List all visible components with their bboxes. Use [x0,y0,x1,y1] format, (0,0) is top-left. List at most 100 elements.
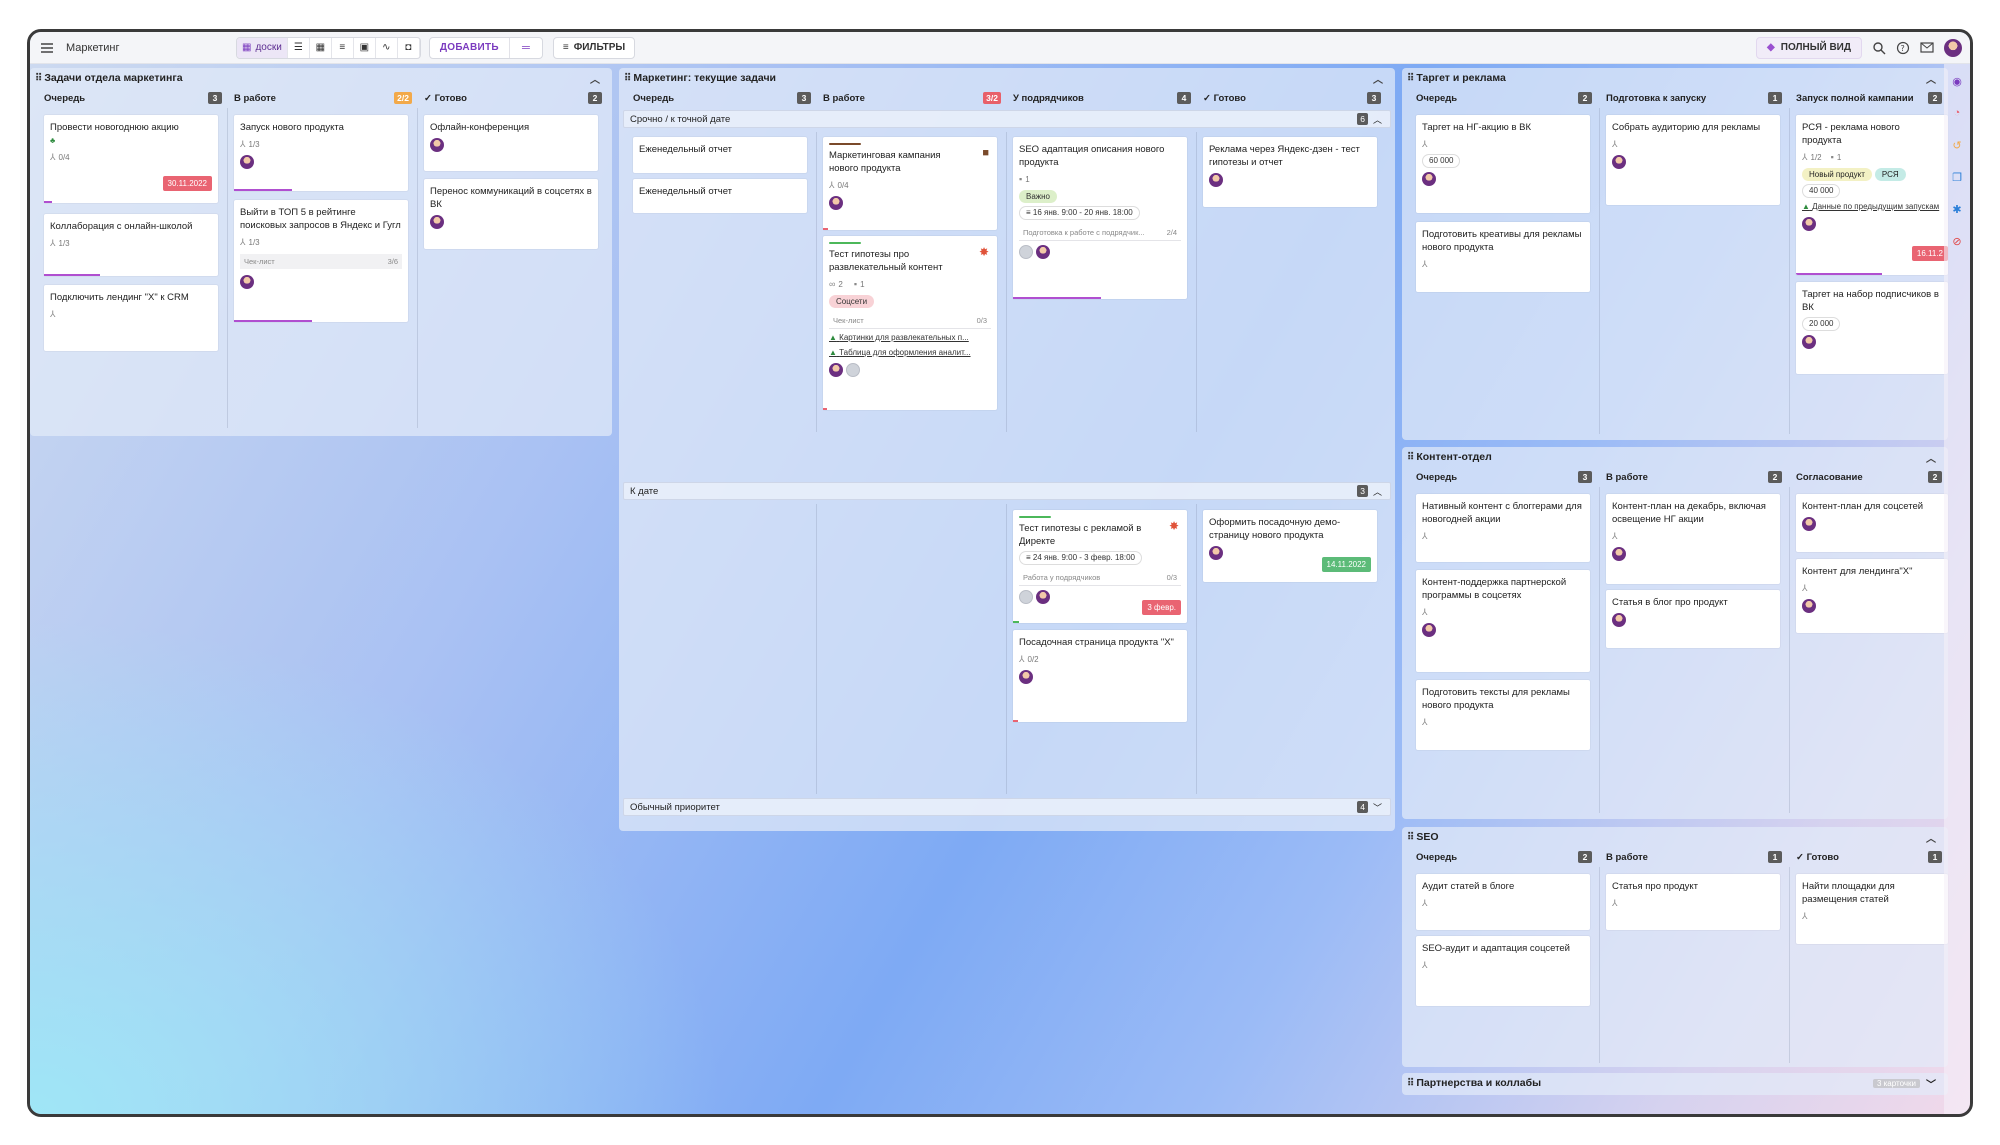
add-options-button[interactable]: ═ [510,38,542,58]
date-range-pill[interactable]: ≡ 24 янв. 9:00 - 3 февр. 18:00 [1019,551,1143,565]
attachment-link[interactable]: ▲ Данные по предыдущим запускам [1802,200,1942,213]
task-card[interactable]: Подключить лендинг "X" к CRM ⅄ [44,285,218,351]
view-boards-button[interactable]: ▦ доски [237,37,288,58]
task-card[interactable]: Статья про продукт ⅄ [1606,874,1780,930]
task-card[interactable]: Тест гипотезы с рекламой в Директе ✸ ≡ 2… [1013,510,1187,623]
view-calendar-button[interactable]: ▣ [354,37,376,58]
task-card[interactable]: Коллаборация с онлайн-школой ⅄ 1/3 [44,214,218,276]
task-card[interactable]: Тест гипотезы про развлекательный контен… [823,236,997,410]
task-card[interactable]: SEO-аудит и адаптация соцсетей ⅄ [1416,936,1590,1006]
history-icon[interactable]: ↺ [1950,138,1964,152]
checklist-bar[interactable]: Чек-лист 0/3 [829,313,991,329]
collapse-icon[interactable]: ︿ [1373,71,1383,86]
task-card[interactable]: Нативный контент с блоггерами для нового… [1416,494,1590,562]
mail-icon[interactable] [1920,41,1934,54]
assignee-avatar[interactable] [829,196,843,210]
collapse-icon[interactable]: ︿ [590,71,600,86]
assignee-avatar[interactable] [1422,623,1436,637]
checklist-bar[interactable]: Чек-лист 3/6 [240,254,402,269]
drag-handle-icon[interactable]: ⠿ [1407,832,1414,843]
budget-pill[interactable]: 60 000 [1422,154,1461,168]
task-card[interactable]: Выйти в ТОП 5 в рейтинге поисковых запро… [234,200,408,322]
assignee-avatar[interactable] [240,275,254,289]
lane-header[interactable]: К дате 3 ︿ [623,482,1391,500]
task-card[interactable]: Маркетинговая кампания нового продукта ■… [823,137,997,230]
tag[interactable]: Новый продукт [1802,168,1872,181]
drag-handle-icon[interactable]: ⠿ [624,73,631,84]
user-avatar[interactable] [1944,38,1962,57]
search-icon[interactable] [1872,41,1886,55]
task-card[interactable]: Подготовить креативы для рекламы нового … [1416,222,1590,292]
assignee-avatar[interactable] [1612,547,1626,561]
date-range-pill[interactable]: ≡ 16 янв. 9:00 - 20 янв. 18:00 [1019,206,1140,220]
budget-pill[interactable]: 40 000 [1802,184,1841,198]
lane-header[interactable]: Обычный приоритет 4 ﹀ [623,798,1391,816]
assignee-avatar[interactable] [1802,517,1816,531]
task-card[interactable]: Провести новогоднюю акцию ♣ ⅄ 0/4 30.11.2… [44,115,218,203]
filters-button[interactable]: ≡ ФИЛЬТРЫ [552,36,636,59]
assignee-avatar[interactable] [1802,217,1816,231]
drag-handle-icon[interactable]: ⠿ [1407,73,1414,84]
task-card[interactable]: Еженедельный отчет [633,179,807,213]
view-gantt-button[interactable]: ≡ [332,37,354,58]
task-card[interactable]: Собрать аудиторию для рекламы ⅄ [1606,115,1780,205]
task-card[interactable]: Подготовить тексты для рекламы нового пр… [1416,680,1590,750]
task-card[interactable]: Перенос коммуникаций в соцсетях в ВК [424,179,598,249]
task-card[interactable]: SEO адаптация описания нового продукта ▪… [1013,137,1187,299]
view-table-button[interactable]: ▦ [310,37,332,58]
task-card[interactable]: Контент-план на декабрь, включая освещен… [1606,494,1780,584]
task-card[interactable]: Контент-поддержка партнерской программы … [1416,570,1590,672]
task-card[interactable]: Таргет на набор подписчиков в ВК 20 000 [1796,282,1948,374]
collapse-icon[interactable]: ︿ [1926,71,1936,86]
task-card[interactable]: Реклама через Яндекс-дзен - тест гипотез… [1203,137,1377,207]
assignee-avatar[interactable] [1209,173,1223,187]
add-button[interactable]: ДОБАВИТЬ [430,37,510,58]
hamburger-menu-icon[interactable] [40,41,54,55]
task-card[interactable]: Запуск нового продукта ⅄ 1/3 [234,115,408,191]
assignee-avatar[interactable] [846,363,860,377]
task-card[interactable]: Найти площадки для размещения статей ⅄ [1796,874,1948,944]
drag-handle-icon[interactable]: ⠿ [1407,452,1414,463]
tag[interactable]: РСЯ [1874,168,1906,181]
attachment-link[interactable]: ▲ Картинки для развлекательных п... [829,331,991,344]
users-icon[interactable]: ◉ [1950,74,1964,88]
task-card[interactable]: Таргет на НГ-акцию в ВК ⅄ 60 000 [1416,115,1590,213]
board-partnerships[interactable]: ⠿ Партнерства и коллабы 3 карточки ﹀ [1402,1073,1948,1095]
drag-handle-icon[interactable]: ⠿ [35,73,42,84]
view-archive-button[interactable]: ◘ [398,37,420,58]
task-card[interactable]: Контент для лендинга"X" ⅄ [1796,559,1948,633]
copy-icon[interactable]: ❐ [1950,170,1964,184]
assignee-avatar[interactable] [1019,670,1033,684]
assignee-avatar[interactable] [430,215,444,229]
collapse-icon[interactable]: ︿ [1926,450,1936,465]
view-list-button[interactable]: ☰ [288,37,310,58]
view-chart-button[interactable]: ∿ [376,37,398,58]
assignee-avatar[interactable] [1612,155,1626,169]
task-card[interactable]: Посадочная страница продукта "X" ⅄ 0/2 [1013,630,1187,722]
task-card[interactable]: Аудит статей в блоге ⅄ [1416,874,1590,930]
tag[interactable]: Важно [1019,190,1058,203]
assignee-avatar[interactable] [1036,590,1050,604]
task-card[interactable]: РСЯ - реклама нового продукта ⅄ 1/2 ▪ 1 Нов… [1796,115,1948,275]
assignee-avatar[interactable] [1209,546,1223,560]
automation-icon[interactable]: ✱ [1950,202,1964,216]
assignee-avatar[interactable] [1802,599,1816,613]
tag[interactable]: Соцсети [829,295,875,308]
task-card[interactable]: Оформить посадочную демо-страницу нового… [1203,510,1377,582]
timer-icon[interactable]: ◔ [1950,106,1964,120]
budget-pill[interactable]: 20 000 [1802,317,1841,331]
collapse-icon[interactable]: ︿ [1926,830,1936,845]
assignee-avatar[interactable] [1019,590,1033,604]
assignee-avatar[interactable] [1612,613,1626,627]
task-card[interactable]: Статья в блог про продукт [1606,590,1780,648]
drag-handle-icon[interactable]: ⠿ [1407,1078,1414,1089]
assignee-avatar[interactable] [240,155,254,169]
assignee-avatar[interactable] [1422,172,1436,186]
lane-header[interactable]: Срочно / к точной дате 6 ︿ [623,110,1391,128]
checklist-bar[interactable]: Работа у подрядчиков 0/3 [1019,570,1181,586]
task-card[interactable]: Контент-план для соцсетей [1796,494,1948,552]
attachment-link[interactable]: ▲ Таблица для оформления аналит... [829,346,991,359]
blocked-icon[interactable]: ⊘ [1950,234,1964,248]
assignee-avatar[interactable] [829,363,843,377]
task-card[interactable]: Еженедельный отчет [633,137,807,173]
